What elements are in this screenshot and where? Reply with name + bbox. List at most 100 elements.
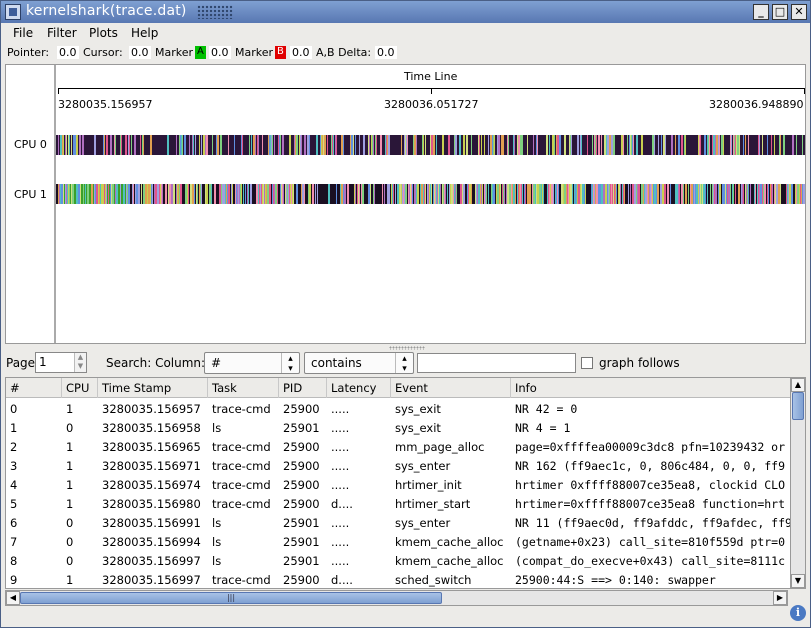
table-row[interactable]: 7 0 3280035.156994 ls 25901..... kmem_cache_a… xyxy=(6,532,791,551)
arrow-left-icon[interactable]: ◀ xyxy=(6,591,20,605)
pointer-label: Pointer: xyxy=(7,46,50,59)
table-cell: ls xyxy=(212,421,222,435)
col-header-pid[interactable]: PID xyxy=(279,378,327,398)
column-select[interactable]: # ▴ ▾ xyxy=(204,352,300,374)
table-cell: 4 xyxy=(10,478,18,492)
maximize-button[interactable]: □ xyxy=(772,4,788,20)
table-vertical-scrollbar[interactable]: ▲ ▼ xyxy=(790,377,806,589)
menu-plots[interactable]: Plots xyxy=(89,26,118,40)
table-cell: page=0xffffea00009c3dc8 pfn=10239432 or xyxy=(515,440,786,454)
table-cell: 3 xyxy=(10,459,18,473)
table-cell: 25901 xyxy=(283,421,320,435)
table-cell: 25900 xyxy=(283,402,320,416)
col-header-event[interactable]: Event xyxy=(391,378,511,398)
arrow-up-icon[interactable]: ▲ xyxy=(791,378,805,392)
table-row[interactable]: 3 1 3280035.156971 trace-cmd 25900..... sys_e… xyxy=(6,456,791,475)
arrow-down-icon[interactable]: ▼ xyxy=(791,574,805,588)
menu-filter[interactable]: Filter xyxy=(47,26,77,40)
graph-follows-label: graph follows xyxy=(599,356,680,370)
marker-b-tag: B xyxy=(277,46,284,57)
match-mode-select[interactable]: contains ▴ ▾ xyxy=(304,352,414,374)
table-cell: sched_switch xyxy=(395,573,472,587)
page-spinbox[interactable]: 1 ▲ ▼ xyxy=(35,352,87,373)
info-icon[interactable]: i xyxy=(790,605,806,621)
table-cell: 1 xyxy=(66,402,74,416)
table-cell: 25900 xyxy=(283,497,320,511)
cursor-value: 0.0 xyxy=(129,46,151,59)
page-label: Page xyxy=(6,356,36,370)
table-cell: sys_exit xyxy=(395,402,441,416)
delta-label: A,B Delta: xyxy=(316,46,372,59)
tick-label-end: 3280036.948890 xyxy=(709,98,804,111)
pointer-value: 0.0 xyxy=(57,46,79,59)
col-header-index[interactable]: # xyxy=(6,378,62,398)
tick-label-start: 3280035.156957 xyxy=(58,98,153,111)
table-cell: 2 xyxy=(10,440,18,454)
tick-label-mid: 3280036.051727 xyxy=(384,98,479,111)
titlebar-grip xyxy=(197,5,233,19)
table-cell: 1 xyxy=(66,573,74,587)
table-cell: trace-cmd xyxy=(212,402,271,416)
marker-b-label: Marker xyxy=(235,46,274,59)
table-cell: 0 xyxy=(66,554,74,568)
title-bar[interactable]: kernelshark(trace.dat) _ □ ✕ xyxy=(1,1,810,23)
table-cell: d.... xyxy=(331,573,353,587)
cpu1-plot[interactable] xyxy=(56,184,805,204)
vertical-scroll-thumb[interactable] xyxy=(792,392,804,420)
table-row[interactable]: 9 1 3280035.156997 trace-cmd 25900 d.... sched… xyxy=(6,570,791,588)
menu-bar: File Filter Plots Help xyxy=(1,23,810,43)
table-cell: 0 xyxy=(66,535,74,549)
table-row[interactable]: 8 0 3280035.156997 ls 25901..... kmem_cache_a… xyxy=(6,551,791,570)
table-row[interactable]: 1 0 3280035.156958 ls 25901..... sys_exit NR 4… xyxy=(6,418,791,437)
table-cell: 3280035.156971 xyxy=(102,459,201,473)
menu-file[interactable]: File xyxy=(13,26,33,40)
search-column-label: Search: Column: xyxy=(106,356,206,370)
table-cell: 25900 xyxy=(283,573,320,587)
table-cell: 0 xyxy=(66,516,74,530)
table-cell: 1 xyxy=(66,478,74,492)
cpu0-label: CPU 0 xyxy=(14,138,47,151)
graph-follows-checkbox[interactable] xyxy=(581,357,593,369)
table-row[interactable]: 0 1 3280035.156957 trace-cmd 25900..... sys_e… xyxy=(6,399,791,418)
table-cell: ls xyxy=(212,535,222,549)
table-cell: 25900 xyxy=(283,478,320,492)
updown-arrow-icon: ▴ ▾ xyxy=(395,353,413,374)
table-row[interactable]: 5 1 3280035.156980 trace-cmd 25900 d.... hrtim… xyxy=(6,494,791,513)
table-cell: ls xyxy=(212,516,222,530)
table-cell: trace-cmd xyxy=(212,497,271,511)
table-cell: 25900 xyxy=(283,459,320,473)
cpu0-plot[interactable] xyxy=(56,135,805,155)
minimize-button[interactable]: _ xyxy=(753,4,769,20)
col-header-latency[interactable]: Latency xyxy=(327,378,391,398)
marker-b-value: 0.0 xyxy=(290,46,312,59)
close-button[interactable]: ✕ xyxy=(791,4,807,20)
kernelshark-window: kernelshark(trace.dat) _ □ ✕ File Filter… xyxy=(0,0,811,628)
marker-info-bar: Pointer: 0.0 Cursor: 0.0 Marker A 0.0 Ma… xyxy=(1,43,810,63)
table-row[interactable]: 6 0 3280035.156991 ls 25901..... sys_enter NR … xyxy=(6,513,791,532)
table-cell: 25901 xyxy=(283,535,320,549)
table-cell: 7 xyxy=(10,535,18,549)
table-cell: trace-cmd xyxy=(212,478,271,492)
col-header-cpu[interactable]: CPU xyxy=(62,378,98,398)
graph-view[interactable]: CPU 0 CPU 1 Time Line 3280035.156957 328… xyxy=(5,64,806,344)
table-cell: 25900:44:S ==> 0:140: swapper xyxy=(515,573,716,587)
arrow-right-icon[interactable]: ▶ xyxy=(773,591,787,605)
search-input[interactable] xyxy=(417,353,576,373)
col-header-info[interactable]: Info xyxy=(511,378,791,398)
cpu1-plot-canvas xyxy=(56,184,805,204)
table-horizontal-scrollbar[interactable]: ◀ ||| ▶ xyxy=(5,590,788,606)
table-cell: ..... xyxy=(331,516,350,530)
table-row[interactable]: 2 1 3280035.156965 trace-cmd 25900..... mm_pa… xyxy=(6,437,791,456)
page-value: 1 xyxy=(39,355,47,369)
page-spinner[interactable]: ▲ ▼ xyxy=(74,353,86,372)
horizontal-scroll-thumb[interactable]: ||| xyxy=(20,592,442,604)
table-cell: sys_exit xyxy=(395,421,441,435)
kernelshark-icon[interactable] xyxy=(5,4,21,20)
col-header-task[interactable]: Task xyxy=(208,378,279,398)
menu-help[interactable]: Help xyxy=(131,26,158,40)
col-header-timestamp[interactable]: Time Stamp xyxy=(98,378,208,398)
table-row[interactable]: 4 1 3280035.156974 trace-cmd 25900..... hrtim… xyxy=(6,475,791,494)
table-cell: 3280035.156997 xyxy=(102,573,201,587)
table-cell: hrtimer=0xffff88007ce35ea8 function=hrt xyxy=(515,497,786,511)
table-cell: 25901 xyxy=(283,516,320,530)
